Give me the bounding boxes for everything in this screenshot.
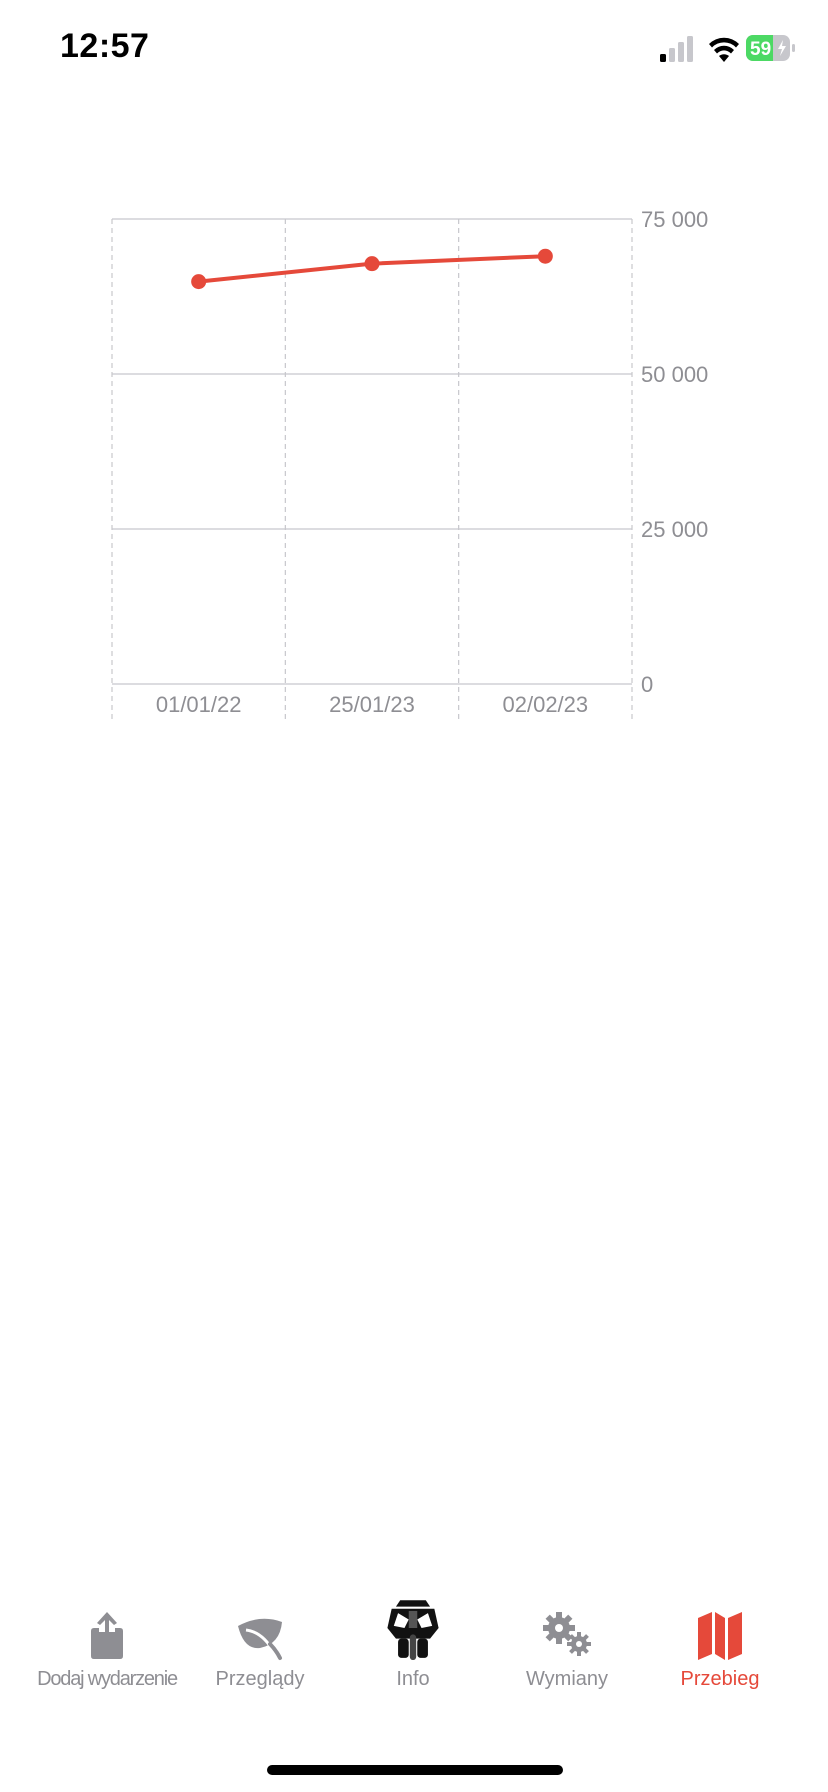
tab-dodaj-wydarzenie[interactable]: Dodaj wydarzenie <box>27 1580 187 1700</box>
map-icon <box>698 1612 742 1660</box>
y-tick-label: 25 000 <box>641 517 708 542</box>
share-icon <box>91 1612 123 1659</box>
data-point <box>191 274 207 290</box>
cellular-signal-icon <box>660 36 693 62</box>
data-point <box>537 248 553 264</box>
battery-percentage: 59 <box>750 39 771 60</box>
status-icons: 59 <box>660 35 795 62</box>
tab-label: Info <box>396 1668 430 1690</box>
home-indicator[interactable] <box>267 1765 563 1775</box>
leaf-icon <box>238 1618 282 1660</box>
status-bar: 12:57 59 <box>0 0 828 100</box>
tab-label: Wymiany <box>525 1668 609 1690</box>
mileage-chart-svg: 0 25 000 50 000 75 000 01/01/22 25/01/23 02/0… <box>111 207 708 720</box>
tab-bar: Dodaj wydarzenie Przeglądy Info Wymiany … <box>0 1580 828 1700</box>
battery-icon: 59 <box>746 35 795 61</box>
gears-icon <box>543 1612 591 1656</box>
tab-label: Przebieg <box>680 1668 760 1690</box>
tab-przebieg[interactable]: Przebieg <box>640 1580 800 1700</box>
status-time: 12:57 <box>60 27 150 65</box>
tab-label: Dodaj wydarzenie <box>37 1668 178 1690</box>
x-tick-label: 25/01/23 <box>329 692 415 717</box>
wifi-icon <box>709 37 739 62</box>
y-tick-label: 0 <box>641 672 653 697</box>
y-axis-labels: 0 25 000 50 000 75 000 <box>641 207 708 697</box>
series-points <box>191 248 553 290</box>
tab-label: Przeglądy <box>215 1668 305 1690</box>
data-point <box>364 256 380 272</box>
chart-grid <box>111 218 633 720</box>
motorcycle-icon <box>387 1600 439 1660</box>
x-tick-label: 01/01/22 <box>156 692 242 717</box>
x-axis-labels: 01/01/22 25/01/23 02/02/23 <box>156 692 588 717</box>
mileage-chart: 0 25 000 50 000 75 000 01/01/22 25/01/23 02/0… <box>0 190 828 750</box>
tab-przeglady[interactable]: Przeglądy <box>180 1580 340 1700</box>
tab-info[interactable]: Info <box>333 1580 493 1700</box>
x-tick-label: 02/02/23 <box>503 692 589 717</box>
y-tick-label: 50 000 <box>641 362 708 387</box>
y-tick-label: 75 000 <box>641 207 708 232</box>
tab-wymiany[interactable]: Wymiany <box>487 1580 647 1700</box>
